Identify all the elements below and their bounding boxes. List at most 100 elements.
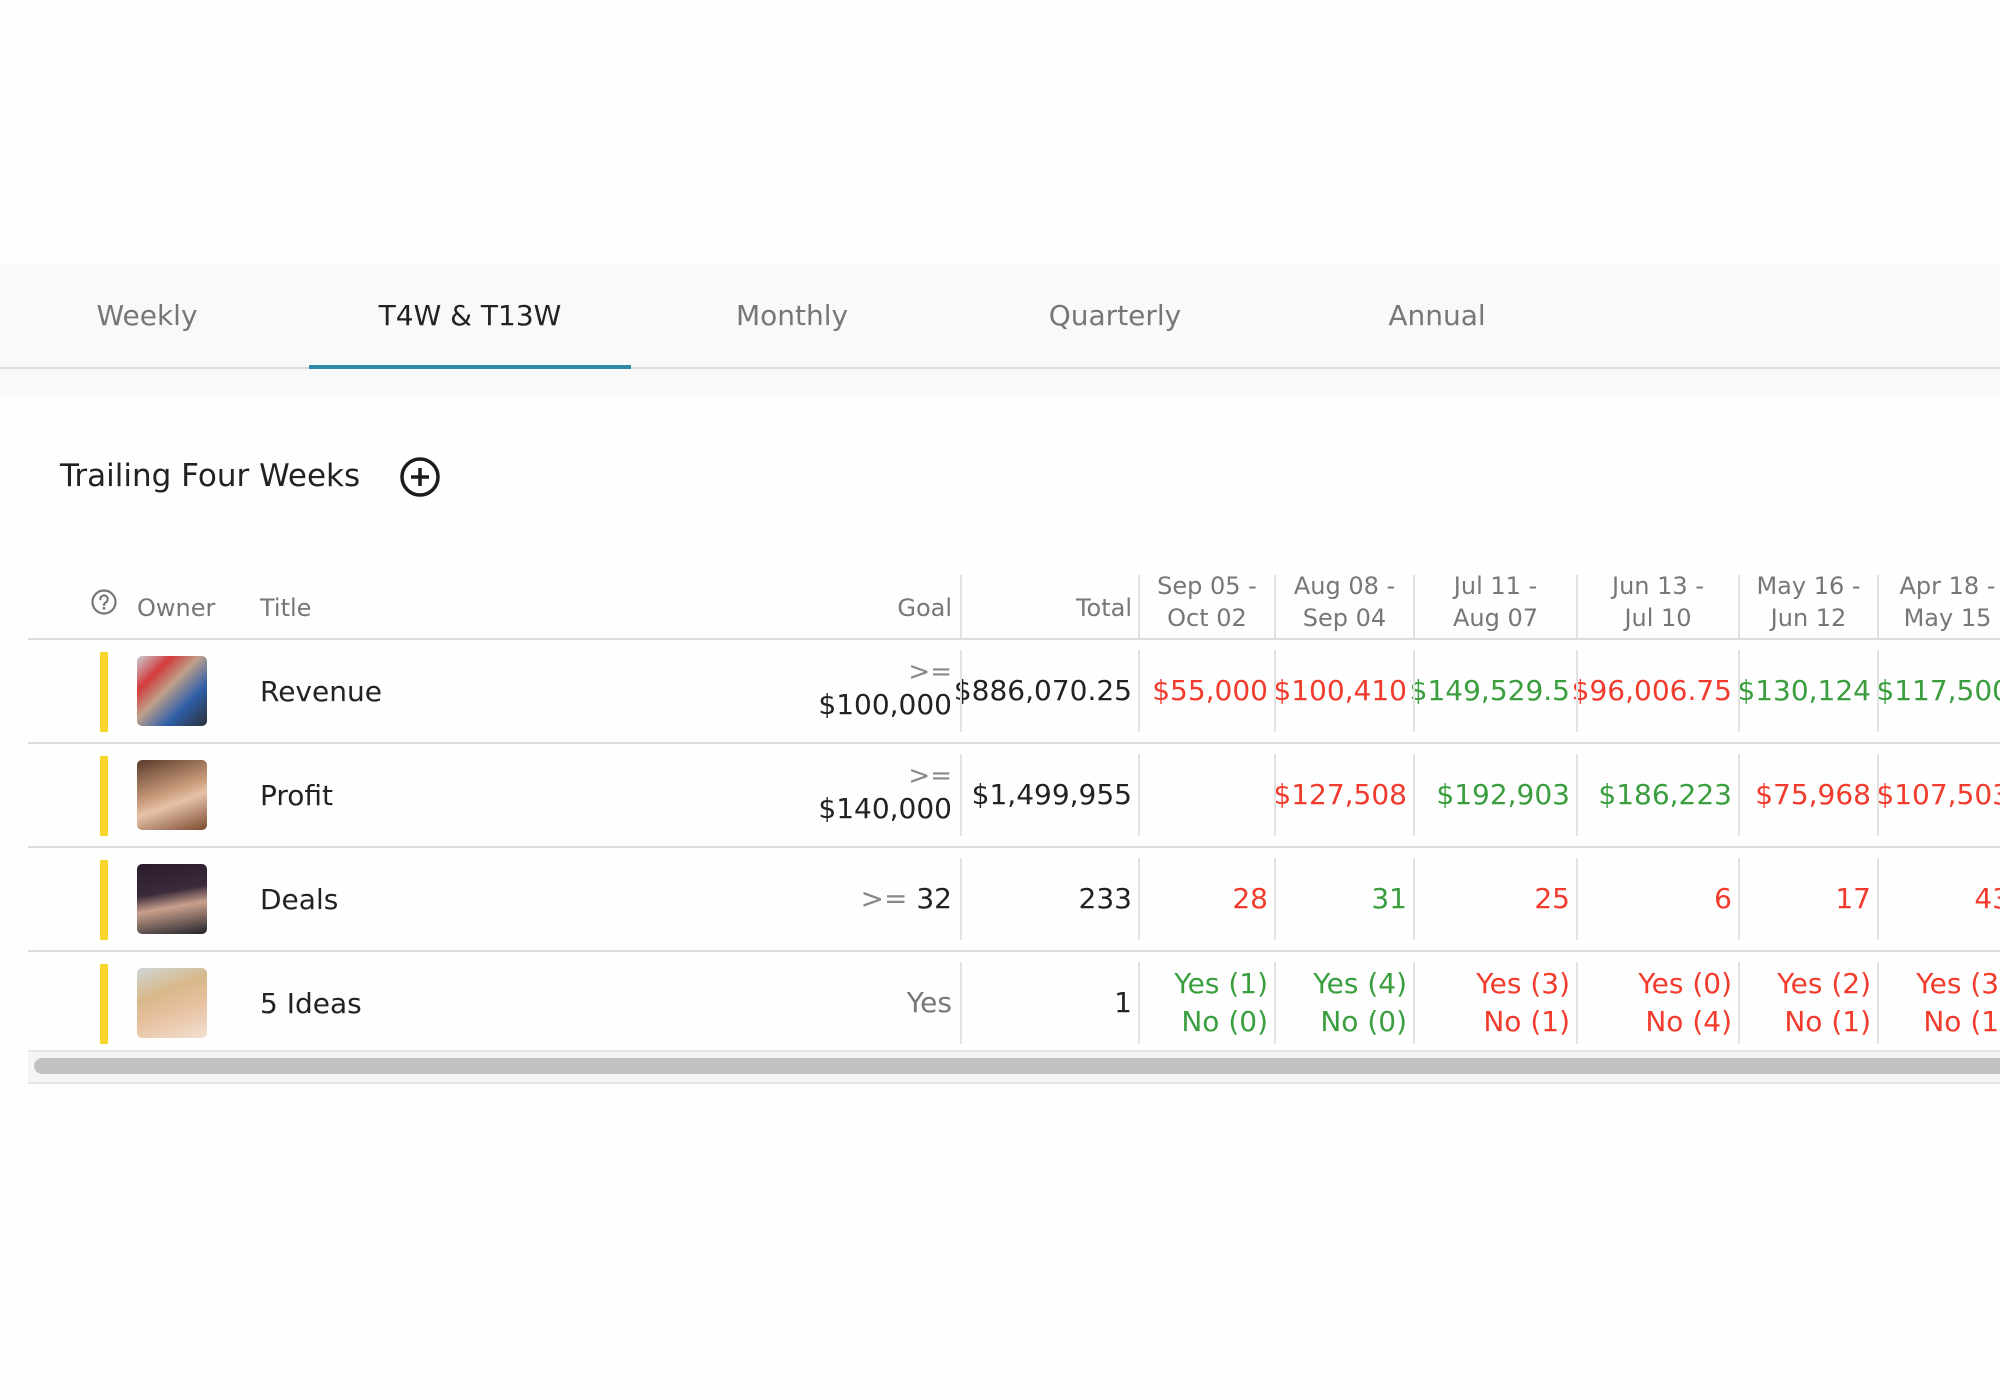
- column-divider: [1576, 650, 1578, 732]
- column-divider: [1138, 962, 1140, 1044]
- score-cell[interactable]: $55,000: [1140, 640, 1274, 742]
- column-divider: [1274, 858, 1276, 940]
- measurable-title[interactable]: Deals: [260, 848, 338, 950]
- score-cell[interactable]: 6: [1578, 848, 1738, 950]
- column-divider: [1274, 650, 1276, 732]
- header-period: Jul 11 - Aug 07: [1415, 565, 1576, 638]
- score-cell[interactable]: $100,410: [1273, 640, 1413, 742]
- measurable-title[interactable]: 5 Ideas: [260, 952, 362, 1054]
- help-button[interactable]: [90, 565, 122, 638]
- tab-label: Monthly: [735, 298, 849, 332]
- score-value-secondary: No (1): [1483, 1005, 1570, 1038]
- score-value: Yes (3): [1476, 967, 1570, 1000]
- table-row[interactable]: Revenue >= $100,000 $886,070.25 $55,000 $100,…: [28, 640, 2000, 744]
- score-value: Yes (2): [1777, 967, 1871, 1000]
- column-divider: [960, 575, 962, 638]
- score-cell[interactable]: 43: [1879, 848, 2000, 950]
- score-cell[interactable]: $117,500: [1876, 640, 2000, 742]
- score-value: Yes (0): [1638, 967, 1732, 1000]
- goal-cell[interactable]: Yes: [788, 952, 958, 1054]
- score-value: $75,968: [1755, 778, 1871, 811]
- score-value: $107,503: [1876, 778, 2000, 811]
- table-row[interactable]: 5 Ideas Yes 1 Yes (1) No (0) Yes (4) No (0) Yes…: [28, 952, 2000, 1056]
- column-divider: [1877, 858, 1879, 940]
- period-end: May 15: [1903, 603, 1992, 632]
- owner-avatar[interactable]: [137, 864, 207, 934]
- column-divider: [1138, 754, 1140, 836]
- score-cell[interactable]: $192,903: [1415, 744, 1576, 846]
- owner-avatar[interactable]: [137, 760, 207, 830]
- score-cell[interactable]: Yes (2) No (1): [1740, 952, 1877, 1054]
- column-divider: [1576, 575, 1578, 638]
- header-period: Aug 08 - Sep 04: [1276, 565, 1413, 638]
- score-cell[interactable]: Yes (4) No (0): [1276, 952, 1413, 1054]
- table-row[interactable]: Deals >= 32 233 28 31 25 6 17 43: [28, 848, 2000, 952]
- column-divider: [1274, 754, 1276, 836]
- goal-cell[interactable]: >= 32: [788, 848, 958, 950]
- total-cell: 1: [962, 952, 1138, 1054]
- column-divider: [1413, 962, 1415, 1044]
- goal-cell[interactable]: >= $100,000: [788, 640, 958, 742]
- tab-weekly[interactable]: Weekly: [60, 263, 234, 367]
- header-owner: Owner: [137, 594, 216, 622]
- column-divider: [960, 962, 962, 1044]
- add-measurable-button[interactable]: [399, 456, 441, 498]
- score-cell[interactable]: Yes (0) No (4): [1578, 952, 1738, 1054]
- score-cell[interactable]: 31: [1276, 848, 1413, 950]
- period-start: May 16 -: [1756, 571, 1861, 600]
- score-cell[interactable]: $130,124: [1737, 640, 1877, 742]
- tab-t4w-t13w[interactable]: T4W & T13W: [309, 263, 631, 370]
- column-divider: [1877, 650, 1879, 732]
- goal-cell[interactable]: >= $140,000: [788, 744, 958, 846]
- score-cell[interactable]: Yes (1) No (0): [1140, 952, 1274, 1054]
- score-cell[interactable]: 25: [1415, 848, 1576, 950]
- score-cell[interactable]: $149,529.5: [1410, 640, 1576, 742]
- score-cell[interactable]: $75,968: [1740, 744, 1877, 846]
- total-value: 233: [1078, 882, 1132, 915]
- column-divider: [1138, 575, 1140, 638]
- score-cell[interactable]: $186,223: [1578, 744, 1738, 846]
- measurable-title[interactable]: Revenue: [260, 640, 382, 742]
- table-row[interactable]: Profit >= $140,000 $1,499,955 $127,508 $192,9…: [28, 744, 2000, 848]
- score-value: Yes (3): [1916, 967, 2000, 1000]
- score-value-secondary: No (1): [1923, 1005, 2000, 1038]
- score-cell[interactable]: $107,503: [1876, 744, 2000, 846]
- column-divider: [1738, 754, 1740, 836]
- total-cell: 233: [962, 848, 1138, 950]
- goal-value: Yes: [906, 986, 952, 1019]
- column-divider: [1576, 858, 1578, 940]
- score-cell[interactable]: Yes (3) No (1): [1879, 952, 2000, 1054]
- period-start: Jul 11 -: [1453, 571, 1538, 600]
- score-value: $192,903: [1436, 778, 1570, 811]
- column-divider: [1877, 575, 1879, 638]
- tab-annual[interactable]: Annual: [1372, 263, 1502, 367]
- score-cell[interactable]: [1140, 744, 1274, 846]
- score-value: $100,410: [1273, 674, 1407, 707]
- owner-avatar[interactable]: [137, 968, 207, 1038]
- column-divider: [1738, 650, 1740, 732]
- total-value: 1: [1114, 986, 1132, 1019]
- measurable-title[interactable]: Profit: [260, 744, 333, 846]
- score-cell[interactable]: $127,508: [1273, 744, 1413, 846]
- header-title: Title: [260, 594, 312, 622]
- score-value: $96,006.75: [1571, 674, 1732, 707]
- score-value: Yes (4): [1313, 967, 1407, 1000]
- score-cell[interactable]: 28: [1140, 848, 1274, 950]
- score-value: 43: [1974, 882, 2000, 915]
- tab-quarterly[interactable]: Quarterly: [1040, 263, 1190, 367]
- status-indicator: [100, 860, 108, 940]
- total-cell: $1,499,955: [962, 744, 1138, 846]
- owner-avatar[interactable]: [137, 656, 207, 726]
- column-divider: [1138, 650, 1140, 732]
- total-value: $886,070.25: [953, 674, 1132, 707]
- score-cell[interactable]: $96,006.75: [1572, 640, 1738, 742]
- score-value: 6: [1714, 882, 1732, 915]
- score-cell[interactable]: 17: [1740, 848, 1877, 950]
- tab-monthly[interactable]: Monthly: [712, 263, 872, 367]
- scrollbar-thumb[interactable]: [34, 1058, 2000, 1074]
- horizontal-scrollbar[interactable]: [28, 1050, 2000, 1084]
- score-cell[interactable]: Yes (3) No (1): [1415, 952, 1576, 1054]
- header-goal: Goal: [897, 594, 952, 622]
- plus-circle-icon: [400, 457, 440, 497]
- total-cell: $886,070.25: [954, 640, 1138, 742]
